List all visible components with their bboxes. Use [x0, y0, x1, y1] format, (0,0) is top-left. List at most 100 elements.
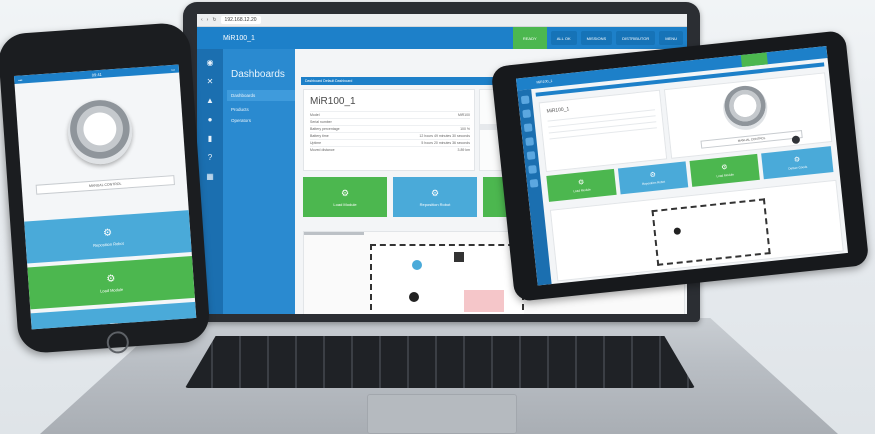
help-icon[interactable] [528, 165, 537, 174]
tablet-tile-reposition-robot[interactable]: ⚙ Reposition Robot [617, 161, 689, 195]
subnav-title: Dashboards [231, 69, 285, 80]
row-label: Serial number [310, 118, 370, 126]
row-label: Moved distance [310, 146, 370, 153]
header-pill-menu[interactable]: MENU [659, 31, 683, 45]
tablet-robot-card: MiR100_1 [538, 89, 668, 173]
divider [549, 127, 657, 140]
phone-status-bar: ••• 09:41 ▭ [13, 64, 180, 84]
tile-label: Reposition Robot [419, 201, 451, 207]
forward-icon[interactable]: › [207, 17, 209, 23]
tablet-card-title: MiR100_1 [546, 106, 570, 115]
browser-address-bar[interactable]: ‹ › ↻ 192.168.12.20 [197, 14, 687, 27]
docking-station-icon [454, 252, 464, 262]
row-label: Model [310, 111, 370, 119]
header-pill-ok[interactable]: ALL OK [550, 31, 577, 45]
gear-icon: ⚙ [720, 164, 728, 172]
row-value: 100 % [369, 125, 470, 133]
row-value: 5 hours 20 minutes 36 seconds [369, 139, 470, 147]
gear-icon: ⚙ [340, 187, 350, 198]
tablet-header-pills[interactable] [767, 52, 827, 58]
robot-info-table: Model MiR100 Serial number Battery percen… [310, 111, 470, 153]
row-value [369, 118, 470, 126]
reload-icon[interactable]: ↻ [212, 17, 216, 23]
map-room-outline [651, 198, 771, 266]
row-value: MiR100 [369, 111, 470, 119]
factory-icon[interactable]: ▲ [203, 96, 217, 106]
signal-icon: ••• [18, 76, 23, 83]
tile-label: Load Module [716, 172, 735, 179]
table-row: Model MiR100 [310, 111, 470, 119]
phone-device: ••• 09:41 ▭ MANUAL CONTROL ⚙ Reposition … [0, 21, 211, 355]
phone-home-button[interactable] [106, 330, 130, 355]
robot-card-title: MiR100_1 [310, 96, 356, 107]
grid-icon[interactable] [529, 178, 539, 188]
joystick-control[interactable] [65, 97, 135, 167]
back-icon[interactable]: ‹ [201, 17, 203, 23]
phone-time: 09:41 [91, 71, 102, 78]
url-field[interactable]: 192.168.12.20 [220, 16, 261, 24]
tablet-screen: MiR100_1 MiR100_1 MANUAL CONTROL ⚙ Load … [515, 46, 849, 286]
tile-label: Reposition Robot [641, 179, 666, 187]
phone-tile-load-module[interactable]: ⚙ Load Module [27, 256, 195, 310]
status-badge[interactable]: READY [512, 27, 547, 49]
tools-icon[interactable] [522, 109, 532, 119]
table-row: Battery percentage 100 % [310, 125, 470, 133]
tile-label: Load Module [333, 201, 357, 207]
breadcrumb-text: Dashboard Default Dashboard [305, 79, 353, 83]
tablet-device: MiR100_1 MiR100_1 MANUAL CONTROL ⚙ Load … [490, 30, 870, 302]
manual-control-button[interactable]: MANUAL CONTROL [35, 175, 175, 195]
tile-label: Load Module [99, 286, 124, 294]
chart-icon[interactable] [526, 151, 536, 160]
row-label: Uptime [310, 139, 370, 147]
grid-icon[interactable]: ▦ [203, 172, 217, 182]
robot-icon[interactable]: ◉ [203, 58, 217, 68]
gear-icon: ⚙ [577, 179, 585, 187]
tile-label: Reposition Robot [92, 240, 124, 248]
phone-tile-reposition-robot[interactable]: ⚙ Reposition Robot [24, 210, 192, 264]
header-pill-missions[interactable]: MISSIONS [580, 31, 613, 45]
table-row: Uptime 5 hours 20 minutes 36 seconds [310, 139, 470, 147]
gear-icon: ⚙ [102, 227, 113, 239]
row-value: 12 hours 49 minutes 30 seconds [369, 132, 470, 140]
tile-label: Load Module [573, 187, 591, 194]
laptop-trackpad [367, 394, 517, 434]
tablet-robot-name: MiR100_1 [536, 78, 553, 85]
subnav-item-operators[interactable]: Operators [231, 118, 295, 123]
robot-info-card: MiR100_1 Model MiR100 Serial number Batte… [303, 89, 475, 171]
tile-reposition-robot[interactable]: ⚙ Reposition Robot [393, 177, 477, 217]
tablet-tile-load-module[interactable]: ⚙ Load Module [546, 168, 617, 202]
tile-label: Deliver Goods [788, 164, 808, 171]
forbidden-zone [464, 290, 504, 312]
robot-icon[interactable] [520, 95, 530, 105]
help-icon[interactable]: ? [203, 153, 217, 163]
laptop-keyboard [185, 336, 695, 388]
factory-icon[interactable] [523, 123, 533, 133]
tile-load-module[interactable]: ⚙ Load Module [303, 177, 387, 217]
tablet-joystick-card: MANUAL CONTROL [663, 72, 833, 159]
table-row: Battery time 12 hours 49 minutes 30 secon… [310, 132, 470, 140]
grid-icon: ▦ [109, 321, 120, 330]
divider [548, 121, 657, 134]
gear-icon: ⚙ [793, 156, 801, 165]
tablet-tile-load-module-2[interactable]: ⚙ Load Module [689, 153, 760, 187]
header-pill-distributor[interactable]: DISTRIBUTOR [616, 31, 656, 45]
map-icon[interactable] [525, 137, 535, 146]
subnav-item-products[interactable]: Products [231, 107, 295, 112]
gear-icon: ⚙ [649, 171, 657, 180]
joystick-control[interactable] [721, 83, 770, 133]
tablet-status-badge[interactable] [740, 52, 768, 67]
tools-icon[interactable]: ✕ [203, 77, 217, 87]
table-row: Serial number [310, 118, 470, 126]
tablet-tile-deliver-goods[interactable]: ⚙ Deliver Goods [761, 146, 834, 180]
position-marker-icon[interactable] [409, 292, 419, 302]
manual-control-button[interactable]: MANUAL CONTROL [700, 130, 803, 149]
map-toolbar [304, 232, 364, 235]
robot-marker-icon[interactable] [412, 260, 422, 270]
row-label: Battery time [310, 132, 370, 140]
phone-screen: ••• 09:41 ▭ MANUAL CONTROL ⚙ Reposition … [13, 64, 197, 330]
chart-icon[interactable]: ▮ [203, 134, 217, 144]
battery-icon: ▭ [170, 66, 176, 72]
subnav-item-dashboards[interactable]: Dashboards [227, 90, 295, 101]
map-icon[interactable]: ● [203, 115, 217, 125]
row-label: Battery percentage [310, 125, 370, 133]
